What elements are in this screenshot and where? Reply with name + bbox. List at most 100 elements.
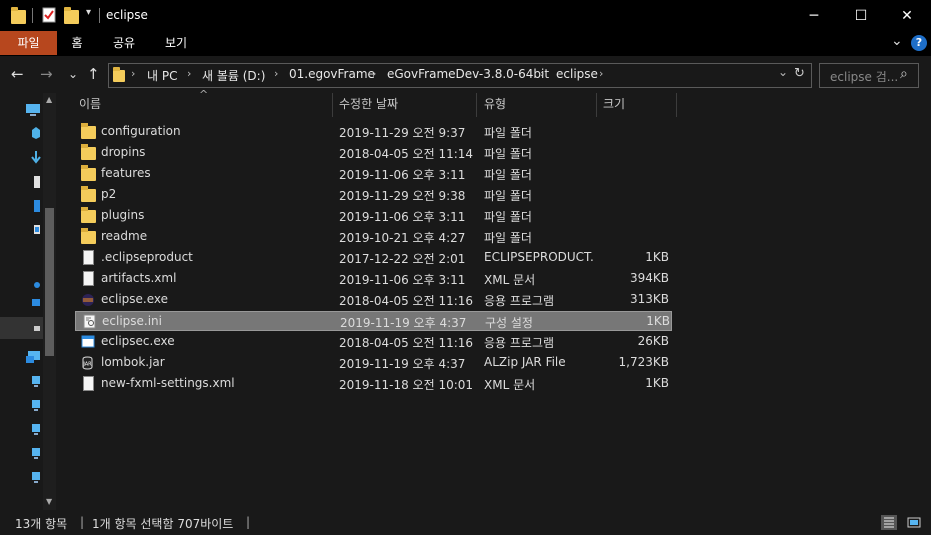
network-computer-icon[interactable] [31,471,41,485]
file-type: 응용 프로그램 [484,336,555,350]
downloads-icon[interactable] [31,150,41,164]
breadcrumb-this-pc[interactable]: 내 PC [147,67,177,84]
toolbar-separator [32,8,33,23]
file-date: 2019-11-19 오후 4:37 [339,357,466,371]
desktop-icon[interactable] [33,223,41,237]
column-divider[interactable] [476,93,477,117]
navigation-bar: ← → ⌄ ↑ › 내 PC › 새 볼륨 (D:) › 01.egovFram… [0,56,931,93]
column-header-name[interactable]: 이름 [79,93,101,117]
file-date: 2019-11-18 오전 10:01 [339,378,474,392]
file-row[interactable]: eclipse.exe 2018-04-05 오전 11:16 응용 프로그램 313… [75,290,672,310]
file-row[interactable]: configuration 2019-11-29 오전 9:37 파일 폴더 [75,122,672,142]
file-name: dropins [101,145,146,159]
recent-locations-button[interactable]: ⌄ [68,65,78,83]
help-icon[interactable]: ? [911,35,927,51]
large-icons-view-icon[interactable] [906,515,922,530]
folder-icon [81,144,96,160]
file-date: 2019-11-29 오전 9:38 [339,189,466,203]
back-button[interactable]: ← [11,65,24,83]
search-icon[interactable]: ⌕ [900,66,908,82]
file-size: 1KB [646,314,670,328]
file-size: 26KB [637,334,669,348]
selection-info: 1개 항목 선택함 707바이트 [92,517,234,531]
breadcrumb-separator[interactable]: › [599,67,603,80]
3d-objects-icon[interactable] [31,126,41,140]
network-computer-icon[interactable] [31,399,41,413]
tab-home[interactable]: 홈 [62,31,92,55]
forward-button[interactable]: → [40,65,53,83]
breadcrumb-egovframe[interactable]: 01.egovFrame [289,67,375,81]
music-icon[interactable] [33,199,41,213]
close-button[interactable]: ✕ [884,0,930,31]
music-note-icon[interactable] [33,275,41,289]
address-dropdown-icon[interactable]: ⌄ [778,65,788,79]
file-date: 2019-11-06 오후 3:11 [339,273,466,287]
file-type: 파일 폴더 [484,189,532,203]
network-computer-icon[interactable] [31,447,41,461]
breadcrumb-separator[interactable]: › [274,67,278,80]
breadcrumb-separator[interactable]: › [187,67,191,80]
file-type: 응용 프로그램 [484,294,555,308]
documents-icon[interactable] [33,175,41,189]
navigation-pane-scrollbar[interactable]: ▲ ▼ [43,93,56,510]
tab-view[interactable]: 보기 [156,31,196,55]
folder-icon [81,228,96,244]
breadcrumb-eclipse[interactable]: eclipse [556,67,598,81]
breadcrumb-separator[interactable]: › [540,67,544,80]
address-bar[interactable]: › 내 PC › 새 볼륨 (D:) › 01.egovFrame › eGov… [108,63,812,88]
maximize-button[interactable]: ☐ [838,0,884,31]
file-size: 1,723KB [618,355,669,369]
breadcrumb-volume-d[interactable]: 새 볼륨 (D:) [202,67,265,84]
status-divider: | [80,515,85,529]
breadcrumb-egovframedev[interactable]: eGovFrameDev-3.8.0-64bit [387,67,549,81]
pc-icon[interactable] [25,103,41,117]
file-name: .eclipseproduct [101,250,193,264]
tab-file[interactable]: 파일 [0,31,57,55]
sort-ascending-icon: ^ [199,88,209,101]
network-computer-icon[interactable] [31,423,41,437]
column-header-date[interactable]: 수정한 날짜 [339,93,398,117]
file-row[interactable]: p2 2019-11-29 오전 9:38 파일 폴더 [75,185,672,205]
scrollbar-thumb[interactable] [45,208,54,356]
file-row[interactable]: readme 2019-10-21 오후 4:27 파일 폴더 [75,227,672,247]
minimize-button[interactable]: ─ [791,0,837,31]
scroll-down-arrow-icon[interactable]: ▼ [46,497,52,506]
file-date: 2019-11-19 오후 4:37 [340,316,467,330]
column-header-size[interactable]: 크기 [603,93,625,117]
file-row[interactable]: plugins 2019-11-06 오후 3:11 파일 폴더 [75,206,672,226]
network-computer-icon[interactable] [31,375,41,389]
search-box[interactable]: eclipse 검... ⌕ [819,63,919,88]
breadcrumb-separator[interactable]: › [372,67,376,80]
file-row[interactable]: dropins 2018-04-05 오전 11:14 파일 폴더 [75,143,672,163]
breadcrumb-separator: › [131,67,136,80]
file-row[interactable]: features 2019-11-06 오후 3:11 파일 폴더 [75,164,672,184]
new-folder-icon[interactable] [64,7,79,24]
file-type: 파일 폴더 [484,126,532,140]
column-header-type[interactable]: 유형 [484,93,506,117]
file-row[interactable]: .eclipseproduct 2017-12-22 오전 2:01 ECLIPSE… [75,248,672,268]
folder-icon [81,123,96,139]
details-view-icon[interactable] [881,515,897,530]
file-name: new-fxml-settings.xml [101,376,235,390]
network-icon[interactable] [25,350,41,364]
tab-share[interactable]: 공유 [104,31,144,55]
title-bar: ▾ eclipse ─ ☐ ✕ [0,0,931,31]
file-row[interactable]: JAR lombok.jar 2019-11-19 오후 4:37 ALZip JAR… [75,353,672,373]
file-row[interactable]: new-fxml-settings.xml 2019-11-18 오전 10:01… [75,374,672,394]
file-row[interactable]: eclipse.ini 2019-11-19 오후 4:37 구성 설정 1KB [75,311,672,331]
column-divider[interactable] [596,93,597,117]
customize-toolbar-icon[interactable]: ▾ [86,7,91,18]
search-input[interactable]: eclipse 검... [830,68,898,85]
file-row[interactable]: eclipsec.exe 2018-04-05 오전 11:16 응용 프로그램 26… [75,332,672,352]
column-divider[interactable] [332,93,333,117]
file-name: p2 [101,187,117,201]
scroll-up-arrow-icon[interactable]: ▲ [46,95,52,104]
ribbon-expand-icon[interactable]: ⌄ [891,33,903,49]
properties-icon[interactable] [42,7,56,23]
up-button[interactable]: ↑ [87,65,100,83]
refresh-icon[interactable]: ↻ [794,66,805,81]
file-row[interactable]: artifacts.xml 2019-11-06 오후 3:11 XML 문서 394… [75,269,672,289]
videos-icon[interactable] [31,295,41,309]
file-name: readme [101,229,148,243]
column-divider[interactable] [676,93,677,117]
